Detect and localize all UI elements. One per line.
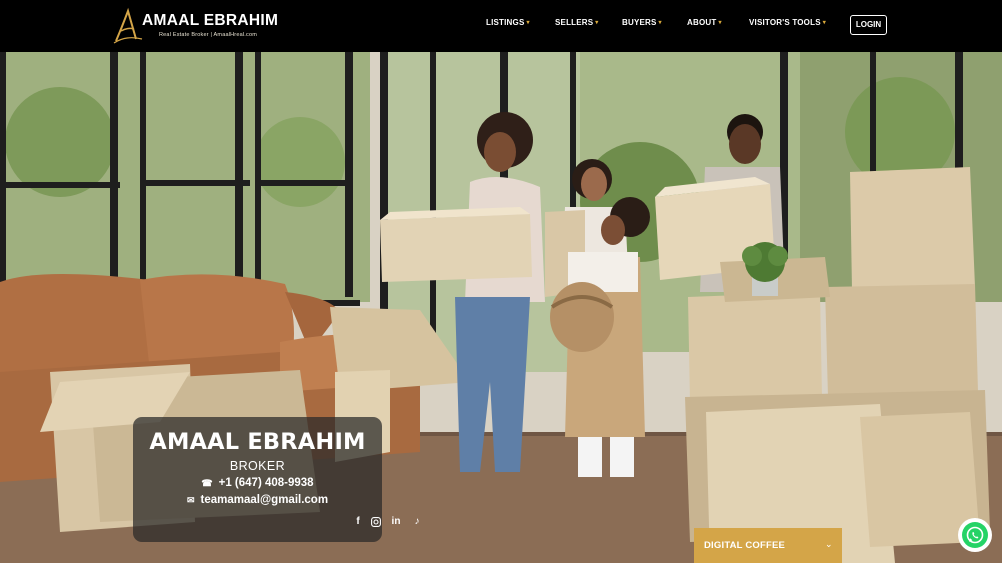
caret-down-icon: ▾ <box>822 20 826 26</box>
mail-icon: ✉ <box>186 495 195 505</box>
caret-down-icon: ▾ <box>718 20 722 26</box>
caret-down-icon: ▾ <box>658 20 662 26</box>
agent-role: BROKER <box>229 459 286 473</box>
agent-email[interactable]: ✉ teamamaal@gmail.com <box>133 494 382 506</box>
logo-tagline: Real Estate Broker | AmaalHreal.com <box>159 32 257 38</box>
digital-coffee-label: DIGITAL COFFEE <box>704 540 786 551</box>
login-button[interactable]: LOGIN <box>850 15 887 35</box>
agent-phone[interactable]: ☎ +1 (647) 408-9938 <box>133 477 382 489</box>
nav-visitors-tools[interactable]: VISITOR'S TOOLS ▾ <box>749 18 826 27</box>
chevron-down-icon: ⌄ <box>825 539 833 549</box>
whatsapp-button[interactable] <box>958 518 992 552</box>
instagram-icon[interactable] <box>369 515 383 529</box>
nav-buyers[interactable]: BUYERS ▾ <box>622 18 662 27</box>
linkedin-icon[interactable]: in <box>389 515 403 529</box>
caret-down-icon: ▾ <box>526 20 530 26</box>
agent-name: AMAAL EBRAHIM <box>149 429 366 455</box>
nav-sellers[interactable]: SELLERS ▾ <box>555 18 599 27</box>
digital-coffee-tab[interactable]: DIGITAL COFFEE ⌄ <box>694 528 842 563</box>
nav-listings[interactable]: LISTINGS ▾ <box>486 18 530 27</box>
agent-info-card: AMAAL EBRAHIM BROKER ☎ +1 (647) 408-9938 … <box>133 417 420 542</box>
site-header: AMAAL EBRAHIM Real Estate Broker | Amaal… <box>0 0 1002 52</box>
social-links: f in ♪ <box>133 515 419 529</box>
nav-about[interactable]: ABOUT ▾ <box>687 18 722 27</box>
phone-icon: ☎ <box>201 478 213 488</box>
facebook-icon[interactable]: f <box>351 515 365 529</box>
tiktok-icon[interactable]: ♪ <box>410 515 424 529</box>
whatsapp-icon <box>962 522 988 548</box>
caret-down-icon: ▾ <box>595 20 599 26</box>
